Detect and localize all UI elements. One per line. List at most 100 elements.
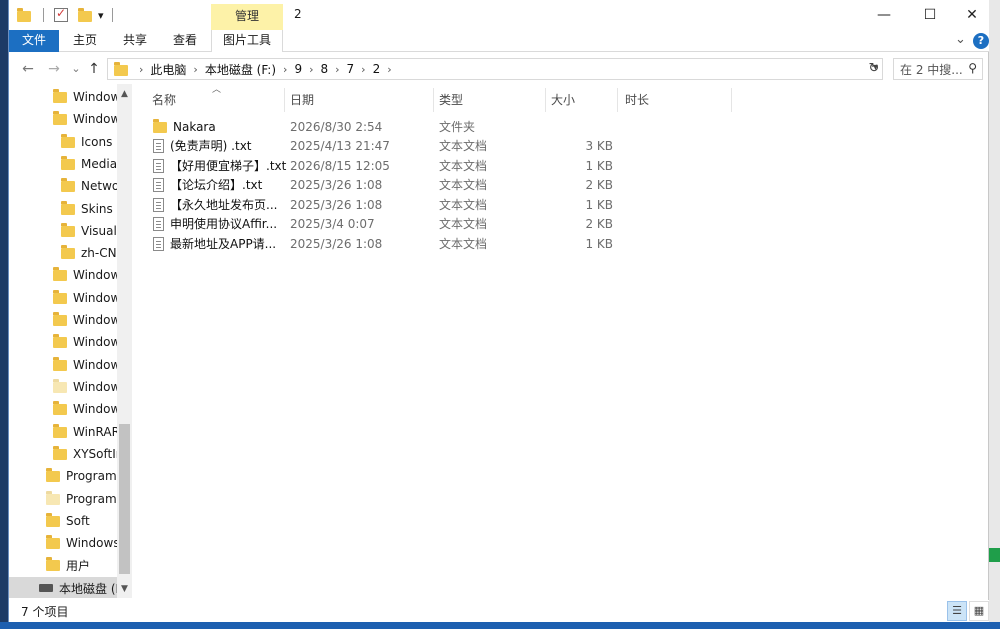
close-button[interactable]: ✕ [949,0,995,30]
nav-drive-item[interactable]: 本地磁盘 (F [9,577,117,598]
status-bar: 7 个项目 ☰ ▦ [9,600,989,622]
file-row[interactable]: 【永久地址发布页... 2025/3/26 1:08 文本文档 1 KB [149,195,619,215]
nav-folder-item[interactable]: Program [46,465,117,487]
breadcrumb-drive-f[interactable]: 本地磁盘 (F:) [205,61,276,78]
nav-folder-item[interactable]: Window [53,398,117,420]
column-divider[interactable] [284,88,285,112]
column-header-type[interactable]: 类型 [439,84,463,114]
file-row[interactable]: Nakara 2026/8/30 2:54 文件夹 [149,117,619,137]
nav-folder-item[interactable]: Window [53,376,117,398]
chevron-right-icon[interactable]: › [387,63,391,76]
chevron-right-icon[interactable]: › [283,63,287,76]
nav-folder-item[interactable]: WinRAR [53,421,117,443]
forward-button[interactable]: → [45,59,63,79]
chevron-right-icon[interactable]: › [335,63,339,76]
file-date: 2025/3/26 1:08 [290,237,383,251]
scroll-down-icon[interactable]: ▼ [117,581,132,597]
column-header-date[interactable]: 日期 [290,84,314,114]
breadcrumb-9[interactable]: 9 [294,62,302,76]
file-name: (免责声明) .txt [170,139,252,153]
nav-folder-item[interactable]: Window [53,331,117,353]
address-bar[interactable]: › 此电脑 › 本地磁盘 (F:) › 9 › 8 › 7 › 2 › ▾ [107,58,883,80]
search-input[interactable]: 在 2 中搜... ⚲ [893,58,983,80]
minimize-button[interactable]: — [861,0,907,30]
breadcrumb-this-pc[interactable]: 此电脑 [150,61,186,78]
tab-file[interactable]: 文件 [9,30,59,52]
chevron-right-icon[interactable]: › [361,63,365,76]
drive-icon [39,584,53,592]
column-divider[interactable] [617,88,618,112]
ribbon-expand-icon[interactable]: ⌄ [955,32,966,47]
nav-folder-item[interactable]: Visualiz [61,220,117,242]
folder-icon [53,378,67,393]
nav-folder-item[interactable]: Window [53,354,117,376]
file-row[interactable]: (免责声明) .txt 2025/4/13 21:47 文本文档 3 KB [149,136,619,156]
scrollbar-thumb[interactable] [119,424,130,574]
file-row[interactable]: 【好用便宜梯子】.txt 2026/8/15 12:05 文本文档 1 KB [149,156,619,176]
column-divider[interactable] [545,88,546,112]
new-folder-icon[interactable] [78,8,92,22]
breadcrumb-2[interactable]: 2 [373,62,381,76]
file-size: 1 KB [585,237,613,251]
nav-scrollbar[interactable]: ▲ ▼ [117,84,132,598]
nav-folder-item[interactable]: Netwo [61,175,117,197]
column-divider[interactable] [433,88,434,112]
details-view-icon[interactable]: ☰ [947,601,967,621]
tab-manage[interactable]: 管理 [211,4,283,30]
file-row[interactable]: 【论坛介绍】.txt 2025/3/26 1:08 文本文档 2 KB [149,175,619,195]
column-header-duration[interactable]: 时长 [625,84,649,114]
scroll-up-icon[interactable]: ▲ [117,86,132,102]
column-divider[interactable] [731,88,732,112]
file-type: 文件夹 [439,120,476,134]
nav-folder-item[interactable]: Icons [61,131,117,153]
properties-icon[interactable] [54,6,68,22]
breadcrumb-8[interactable]: 8 [320,62,328,76]
chevron-right-icon[interactable]: › [309,63,313,76]
nav-folder-item[interactable]: Window [53,287,117,309]
tab-picture-tools[interactable]: 图片工具 [211,30,283,52]
nav-folder-item[interactable]: Skins [61,198,117,220]
nav-item-label: Window [73,90,117,104]
file-type: 文本文档 [439,159,488,173]
nav-folder-item[interactable]: Media [61,153,117,175]
breadcrumb-7[interactable]: 7 [347,62,355,76]
nav-folder-item[interactable]: Window [53,86,117,108]
maximize-button[interactable]: ☐ [907,0,953,30]
nav-folder-item[interactable]: ProgramD [46,488,117,510]
nav-folder-item[interactable]: XYSoftIr [53,443,117,465]
nav-item-label: Soft [66,514,90,528]
nav-folder-item[interactable]: Soft [46,510,117,532]
help-icon[interactable]: ? [973,33,989,49]
search-icon[interactable]: ⚲ [968,61,977,75]
nav-folder-item[interactable]: zh-CN [61,242,117,264]
nav-folder-item[interactable]: Windows [46,532,117,554]
file-type: 文本文档 [439,217,488,231]
recent-locations-button[interactable]: ⌄ [67,59,85,79]
tab-share[interactable]: 共享 [115,30,155,52]
quick-access-toolbar: ▾ [17,6,113,24]
folder-icon [53,311,67,326]
file-date: 2026/8/30 2:54 [290,120,383,134]
file-name: 【好用便宜梯子】.txt [170,159,287,173]
folder-icon [114,62,128,76]
search-placeholder: 在 2 中搜... [900,62,963,77]
column-header-size[interactable]: 大小 [551,84,575,114]
nav-folder-item[interactable]: Window [53,108,117,130]
back-button[interactable]: ← [19,59,37,79]
tab-home[interactable]: 主页 [65,30,105,52]
customize-dropdown-icon[interactable]: ▾ [98,9,104,22]
nav-folder-item[interactable]: Window [53,309,117,331]
nav-folder-item[interactable]: 用户 [46,554,117,576]
file-row[interactable]: 申明使用协议Affir... 2025/3/4 0:07 文本文档 2 KB [149,214,619,234]
file-row[interactable]: 最新地址及APP请... 2025/3/26 1:08 文本文档 1 KB [149,234,619,254]
refresh-button[interactable]: ↻ [865,58,883,80]
nav-folder-item[interactable]: Window [53,264,117,286]
column-header-name[interactable]: 名称 [152,84,176,114]
up-button[interactable]: ↑ [85,59,103,79]
nav-item-label: Windows [66,536,117,550]
large-icons-view-icon[interactable]: ▦ [969,601,989,621]
tab-view[interactable]: 查看 [165,30,205,52]
folder-icon [61,133,75,148]
chevron-right-icon[interactable]: › [193,63,197,76]
file-size [541,117,613,137]
